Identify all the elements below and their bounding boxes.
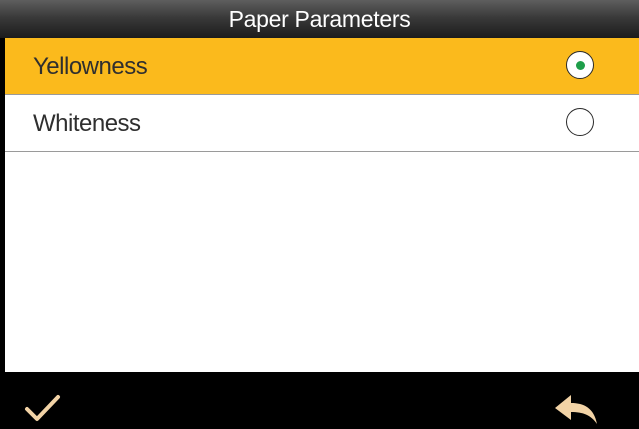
radio-selected-dot bbox=[575, 60, 585, 70]
return-arrow-icon bbox=[555, 395, 597, 424]
option-yellowness[interactable]: Yellowness bbox=[5, 38, 639, 95]
option-whiteness[interactable]: Whiteness bbox=[5, 95, 639, 152]
option-yellowness-label: Yellowness bbox=[33, 53, 148, 80]
paper-parameters-screen: Paper Parameters Yellowness Whiteness bbox=[0, 0, 639, 429]
radio-whiteness[interactable] bbox=[566, 108, 594, 136]
options-list: Yellowness Whiteness bbox=[5, 38, 639, 372]
radio-yellowness[interactable] bbox=[566, 51, 594, 79]
checkmark-icon bbox=[25, 395, 60, 421]
option-whiteness-label: Whiteness bbox=[33, 110, 141, 137]
back-button[interactable] bbox=[550, 390, 604, 426]
bottom-toolbar bbox=[0, 372, 639, 429]
page-title: Paper Parameters bbox=[0, 0, 639, 38]
confirm-button[interactable] bbox=[22, 390, 66, 426]
